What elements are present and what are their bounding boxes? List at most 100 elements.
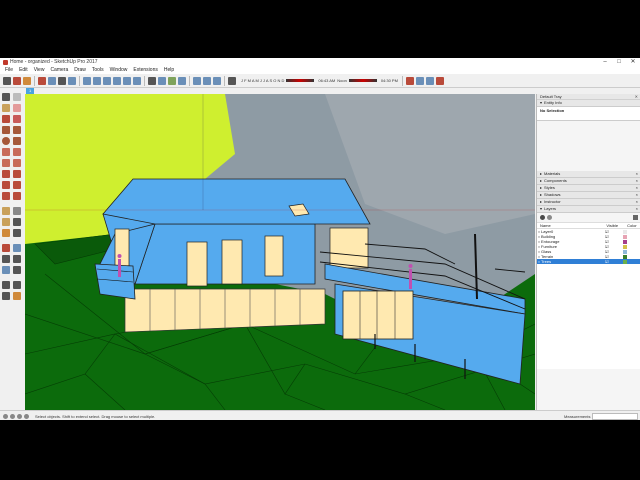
panel-materials[interactable]: ▸ Materials × <box>537 171 640 178</box>
tape-measure-icon[interactable] <box>2 207 10 215</box>
panel-layers[interactable]: ▾ Layers × <box>537 206 640 213</box>
menu-window[interactable]: Window <box>110 67 128 73</box>
scale-tool-icon[interactable] <box>2 192 10 200</box>
orbit-icon[interactable] <box>38 76 46 85</box>
column-name[interactable]: Name <box>537 223 603 228</box>
menu-camera[interactable]: Camera <box>50 67 68 73</box>
eraser-icon[interactable] <box>13 76 21 85</box>
position-camera-icon[interactable] <box>2 281 10 289</box>
dimension-tool-icon[interactable] <box>13 207 21 215</box>
push-pull-icon[interactable] <box>13 170 21 178</box>
layout-icon[interactable] <box>425 76 434 85</box>
shadow-time-slider[interactable] <box>348 79 377 82</box>
pie-tool-icon[interactable] <box>13 159 21 167</box>
close-button[interactable]: ✕ <box>626 58 640 66</box>
close-icon[interactable]: × <box>636 178 638 184</box>
menu-help[interactable]: Help <box>164 67 174 73</box>
panel-shadows[interactable]: ▸ Shadows × <box>537 192 640 199</box>
close-icon[interactable]: × <box>636 171 638 177</box>
add-layer-icon[interactable] <box>540 215 545 220</box>
monochrome-icon[interactable] <box>178 76 186 85</box>
menu-extensions[interactable]: Extensions <box>133 67 157 73</box>
select-tool-icon[interactable] <box>2 93 10 101</box>
panel-instructor[interactable]: ▸ Instructor × <box>537 199 640 206</box>
3d-text-icon[interactable] <box>13 229 21 237</box>
maximize-button[interactable]: □ <box>612 58 626 66</box>
column-visible[interactable]: Visible <box>603 223 624 228</box>
layer-color-swatch[interactable] <box>623 259 627 264</box>
pin-icon[interactable]: ✕ <box>635 94 638 99</box>
zoom-icon[interactable] <box>58 76 66 85</box>
previous-view-icon[interactable] <box>13 266 21 274</box>
zoom-tool-icon[interactable] <box>2 255 10 263</box>
section-display-icon[interactable] <box>203 76 211 85</box>
minimize-button[interactable]: – <box>598 58 612 66</box>
top-view-icon[interactable] <box>93 76 101 85</box>
layer-color-swatch[interactable] <box>623 244 627 249</box>
paint-bucket-tool-icon[interactable] <box>2 104 10 112</box>
orbit-tool-icon[interactable] <box>2 244 10 252</box>
axes-tool-icon[interactable] <box>2 229 10 237</box>
column-color[interactable]: Color <box>624 223 640 228</box>
protractor-icon[interactable] <box>2 218 10 226</box>
right-view-icon[interactable] <box>113 76 121 85</box>
extension-warehouse-icon[interactable] <box>415 76 424 85</box>
select-icon[interactable] <box>3 76 11 85</box>
arc-tool-icon[interactable] <box>2 148 10 156</box>
menu-view[interactable]: View <box>34 67 45 73</box>
close-icon[interactable]: × <box>636 206 638 212</box>
rotated-rectangle-icon[interactable] <box>13 126 21 134</box>
offset-tool-icon[interactable] <box>13 192 21 200</box>
layer-color-swatch[interactable] <box>623 249 627 254</box>
shaded-icon[interactable] <box>158 76 166 85</box>
section-plane-icon[interactable] <box>193 76 201 85</box>
textured-icon[interactable] <box>168 76 176 85</box>
close-icon[interactable]: × <box>636 185 638 191</box>
xray-icon[interactable] <box>148 76 156 85</box>
zoom-extents-icon[interactable] <box>68 76 76 85</box>
geo-location-icon[interactable] <box>3 413 8 419</box>
close-icon[interactable]: × <box>636 192 638 198</box>
back-view-icon[interactable] <box>123 76 131 85</box>
menu-tools[interactable]: Tools <box>92 67 104 73</box>
freehand-tool-icon[interactable] <box>13 115 21 123</box>
details-menu-icon[interactable] <box>633 215 638 220</box>
zoom-window-icon[interactable] <box>13 255 21 263</box>
polygon-tool-icon[interactable] <box>13 137 21 145</box>
section-cut-icon[interactable] <box>213 76 221 85</box>
menu-edit[interactable]: Edit <box>19 67 28 73</box>
three-point-arc-icon[interactable] <box>2 159 10 167</box>
user-account-icon[interactable] <box>17 413 22 419</box>
warehouse-icon[interactable] <box>405 76 414 85</box>
line-tool-icon[interactable] <box>2 115 10 123</box>
menu-draw[interactable]: Draw <box>74 67 86 73</box>
follow-me-icon[interactable] <box>13 181 21 189</box>
layer-color-swatch[interactable] <box>623 229 627 234</box>
front-view-icon[interactable] <box>103 76 111 85</box>
entity-info-header[interactable]: ▾ Entity Info <box>537 100 640 107</box>
paint-bucket-icon[interactable] <box>23 76 31 85</box>
left-view-icon[interactable] <box>133 76 141 85</box>
measurements-input[interactable] <box>592 412 638 420</box>
move-tool-icon[interactable] <box>2 170 10 178</box>
section-plane-tool-icon[interactable] <box>13 292 21 300</box>
visible-checkbox[interactable]: ☑ <box>601 259 619 264</box>
credits-icon[interactable] <box>10 413 15 419</box>
iso-view-icon[interactable] <box>83 76 91 85</box>
eraser-tool-icon[interactable] <box>13 104 21 112</box>
layer-row-selected[interactable]: ○Trees ☑ <box>537 259 640 264</box>
pan-tool-icon[interactable] <box>13 244 21 252</box>
menu-file[interactable]: File <box>5 67 13 73</box>
two-point-arc-icon[interactable] <box>13 148 21 156</box>
instructor-toggle-icon[interactable] <box>24 413 29 419</box>
circle-tool-icon[interactable] <box>2 137 10 145</box>
panel-styles[interactable]: ▸ Styles × <box>537 185 640 192</box>
look-around-icon[interactable] <box>13 281 21 289</box>
pan-icon[interactable] <box>48 76 56 85</box>
ruby-console-icon[interactable] <box>435 76 444 85</box>
rectangle-tool-icon[interactable] <box>2 126 10 134</box>
shadow-date-slider[interactable] <box>286 79 315 82</box>
model-viewport[interactable] <box>25 94 535 410</box>
panel-components[interactable]: ▸ Components × <box>537 178 640 185</box>
make-component-icon[interactable] <box>13 93 21 101</box>
